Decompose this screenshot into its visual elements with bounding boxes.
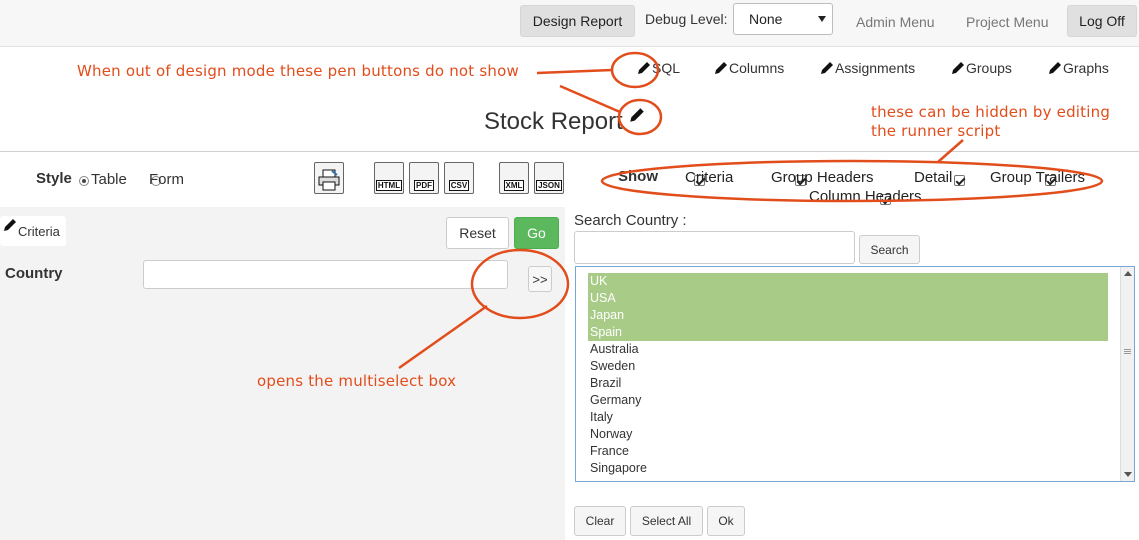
country-input[interactable] [143, 260, 508, 289]
output-pdf-label: PDF [414, 180, 434, 191]
select-all-button[interactable]: Select All [630, 506, 703, 536]
tab-graphs[interactable]: Graphs [1047, 52, 1109, 76]
pencil-icon [821, 62, 833, 74]
ok-button[interactable]: Ok [707, 506, 745, 536]
expand-multiselect-button[interactable]: >> [528, 266, 552, 292]
output-csv-label: CSV [448, 180, 470, 191]
output-html-label: HTML [375, 180, 403, 191]
project-menu-link[interactable]: Project Menu [966, 14, 1048, 30]
criteria-link-label: Criteria [18, 224, 60, 239]
listbox-scrollbar[interactable] [1120, 267, 1134, 481]
country-option[interactable]: Japan [588, 307, 1108, 324]
show-column-headers-label: Column Headers [809, 188, 922, 205]
annotation-pointer-line [536, 68, 613, 75]
output-csv-button[interactable]: CSV [444, 162, 474, 194]
tab-columns[interactable]: Columns [713, 52, 784, 76]
output-xml-label: XML [503, 180, 525, 191]
reset-button[interactable]: Reset [446, 217, 509, 249]
printer-icon [318, 169, 340, 191]
country-option[interactable]: Italy [588, 409, 1108, 426]
design-report-button[interactable]: Design Report [520, 5, 635, 37]
annotation-multiselect-note: opens the multiselect box [257, 372, 457, 390]
show-detail-checkbox[interactable] [953, 175, 965, 186]
search-country-label: Search Country : [574, 212, 687, 229]
scroll-up-icon[interactable] [1124, 271, 1132, 276]
show-detail-label: Detail [914, 169, 953, 186]
annotation-pen-note: When out of design mode these pen button… [77, 62, 519, 80]
tab-columns-label: Columns [729, 60, 785, 76]
country-option[interactable]: Germany [588, 392, 1108, 409]
country-option[interactable]: Brazil [588, 375, 1108, 392]
show-group-trailers-label: Group Trailers [990, 169, 1086, 186]
log-off-button[interactable]: Log Off [1067, 5, 1137, 37]
annotation-hidden-note-line1: these can be hidden by editing [871, 103, 1111, 121]
criteria-link[interactable]: Criteria [0, 216, 66, 246]
annotation-hidden-note-line2: the runner script [871, 122, 1001, 140]
page-title: Stock Report [484, 108, 623, 135]
debug-level-select[interactable]: None [733, 3, 833, 35]
style-form-label: Form [149, 171, 184, 188]
style-table-radio[interactable] [79, 176, 89, 186]
go-button[interactable]: Go [514, 217, 559, 249]
scroll-thumb-grip-icon [1124, 349, 1131, 350]
clear-button[interactable]: Clear [574, 506, 626, 536]
style-table-label: Table [91, 171, 127, 188]
search-country-input[interactable] [574, 231, 855, 264]
tab-sql[interactable]: SQL [636, 52, 680, 76]
country-option[interactable]: France [588, 443, 1108, 460]
tab-groups[interactable]: Groups [950, 52, 1012, 76]
show-group-headers-label: Group Headers [771, 169, 874, 186]
output-pdf-button[interactable]: PDF [409, 162, 439, 194]
country-option[interactable]: UK [588, 273, 1108, 290]
output-html-button[interactable]: HTML [374, 162, 404, 194]
show-label: Show [618, 168, 658, 185]
print-button[interactable] [314, 162, 344, 194]
tab-assignments-label: Assignments [835, 60, 916, 76]
debug-level-label: Debug Level: [645, 11, 728, 27]
output-json-label: JSON [536, 180, 562, 191]
output-json-button[interactable]: JSON [534, 162, 564, 194]
pencil-icon [1049, 62, 1061, 74]
country-option[interactable]: Singapore [588, 460, 1108, 477]
search-button[interactable]: Search [859, 235, 920, 264]
style-label: Style [36, 170, 72, 187]
tab-assignments[interactable]: Assignments [819, 52, 915, 76]
chevron-down-icon [818, 16, 826, 22]
country-option[interactable]: Norway [588, 426, 1108, 443]
pencil-icon [4, 219, 16, 231]
pencil-icon [638, 62, 650, 74]
debug-level-value: None [749, 11, 783, 27]
tab-sql-label: SQL [652, 60, 681, 76]
country-option[interactable]: Spain [588, 324, 1108, 341]
admin-menu-link[interactable]: Admin Menu [856, 14, 935, 30]
edit-title-pencil-icon[interactable] [628, 106, 646, 124]
pencil-icon [952, 62, 964, 74]
tab-graphs-label: Graphs [1063, 60, 1109, 76]
country-option[interactable]: Sweden [588, 358, 1108, 375]
pencil-icon [715, 62, 727, 74]
country-multiselect[interactable]: UK USA Japan Spain Australia Sweden Brazil Germ… [575, 266, 1135, 482]
country-label: Country [5, 265, 63, 282]
country-option[interactable]: USA [588, 290, 1108, 307]
scroll-down-icon[interactable] [1124, 472, 1132, 477]
header-divider [0, 151, 1139, 152]
output-xml-button[interactable]: XML [499, 162, 529, 194]
tab-groups-label: Groups [966, 60, 1012, 76]
country-option[interactable]: Australia [588, 341, 1108, 358]
show-criteria-label: Criteria [685, 169, 734, 186]
